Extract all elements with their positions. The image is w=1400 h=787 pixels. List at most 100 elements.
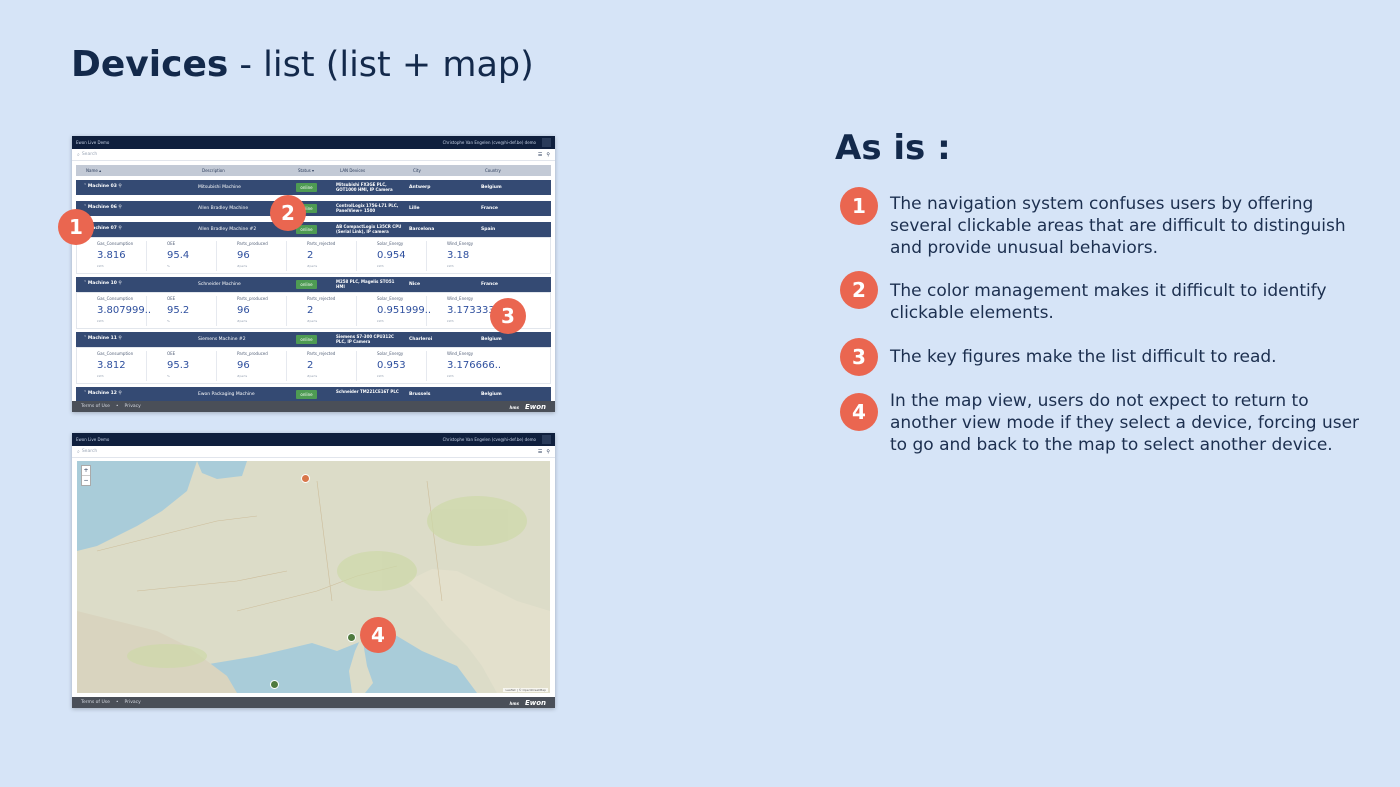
kpi-cell: Wind_Energy 3.173333 kWh (427, 296, 497, 326)
map-pin-icon[interactable]: ⚲ (118, 281, 121, 286)
app-topbar: Ewon Live Demo Christophe Van Engelen (c… (72, 136, 555, 149)
machine-name[interactable]: ˅ Machine 10 ⚲ (84, 281, 122, 286)
kpi-cell: OEE 95.4% (147, 241, 217, 271)
kpi-label: OEE (167, 351, 176, 356)
col-country[interactable]: Country (485, 168, 501, 173)
user-name[interactable]: Christophe Van Engelen (cve@hi-def.be) d… (443, 437, 536, 442)
kpi-cell: Wind_Energy 3.18 kWh (427, 241, 497, 271)
user-name[interactable]: Christophe Van Engelen (cve@hi-def.be) d… (443, 140, 536, 145)
ewon-logo: hms Ewon (509, 402, 546, 411)
map-pin-icon[interactable]: ⚲ (546, 152, 550, 158)
table-row[interactable]: ˅ Machine 03 ⚲ Mitsubishi Machine online Mi… (76, 180, 551, 195)
kpi-unit: kWh (97, 374, 104, 378)
kpi-value: 2 (307, 305, 314, 316)
kpi-label: Parts_rejected (307, 241, 336, 246)
kpi-value: 3.812 (97, 360, 126, 371)
kpi-unit: kWh (447, 319, 454, 323)
machine-name[interactable]: ˅ Machine 11 ⚲ (84, 336, 122, 341)
map-pin-icon[interactable]: ⚲ (118, 226, 121, 231)
issue-badge-3: 3 (840, 338, 878, 376)
search-bar[interactable]: ⌕ Search ☰ ⚲ (72, 149, 555, 161)
kpi-label: Solar_Energy (377, 241, 404, 246)
kpi-value: 3.807999.. (97, 305, 152, 316)
map-view-screenshot: Ewon Live Demo Christophe Van Engelen (c… (72, 433, 555, 708)
menu-icon[interactable] (542, 138, 551, 147)
kpi-cell: Parts_produced 96 #parts (217, 351, 287, 381)
map-pin-icon[interactable]: ⚲ (118, 205, 121, 210)
kpi-value: 2 (307, 250, 314, 261)
kpi-label: Wind_Energy (447, 296, 474, 301)
map-pin-icon[interactable]: ⚲ (118, 336, 121, 341)
col-status[interactable]: Status ▾ (298, 168, 314, 173)
kpi-value: 95.3 (167, 360, 190, 371)
device-marker[interactable] (301, 474, 310, 483)
machine-country: Belgium (481, 392, 502, 397)
table-row[interactable]: ˅ Machine 11 ⚲ Siemens Machine #2 online Si… (76, 332, 551, 347)
kpi-unit: % (167, 319, 170, 323)
kpi-cell: Solar_Energy 0.951999.. kWh (357, 296, 431, 326)
kpi-label: Parts_produced (237, 241, 268, 246)
kpi-label: OEE (167, 296, 176, 301)
kpi-cell: Parts_produced 96 #parts (217, 241, 287, 271)
lan-devices: M258 PLC, Magelis STO51 HMI (336, 279, 395, 289)
map-pin-icon[interactable]: ⚲ (118, 391, 121, 396)
privacy-link[interactable]: Privacy (125, 404, 141, 409)
kpi-cell: Solar_Energy 0.954 kWh (357, 241, 427, 271)
lan-devices: Siemens S7-300 CPU312C PLC, IP Camera (336, 334, 394, 344)
status-badge: online (296, 390, 317, 399)
title-bold: Devices (71, 44, 229, 85)
table-row[interactable]: ˅ Machine 06 ⚲ Allen Bradley Machine onlin… (76, 201, 551, 216)
list-icon[interactable]: ☰ (538, 152, 542, 158)
map-pin-icon[interactable]: ⚲ (118, 184, 121, 189)
zoom-out-button[interactable]: − (82, 475, 90, 485)
callout-badge-1: 1 (58, 209, 94, 245)
search-icon: ⌕ (77, 151, 80, 158)
machine-name[interactable]: ˅ Machine 12 ⚲ (84, 391, 122, 396)
lan-devices: Mitsubishi FX3GE PLC, GOT1000 HMI, IP Ca… (336, 182, 393, 192)
status-badge: online (296, 183, 317, 192)
search-bar[interactable]: ⌕ Search ☰ ⚲ (72, 446, 555, 458)
kpi-value: 3.176666.. (447, 360, 502, 371)
app-name: Ewon Live Demo (76, 437, 110, 442)
map-canvas[interactable]: + − Leaflet | © OpenStreetMap (77, 461, 550, 693)
kpi-value: 3.18 (447, 250, 470, 261)
issue-badge-1: 1 (840, 187, 878, 225)
map-attribution[interactable]: Leaflet | © OpenStreetMap (503, 688, 548, 692)
privacy-link[interactable]: Privacy (125, 700, 141, 705)
device-marker[interactable] (270, 680, 279, 689)
table-row[interactable]: ˅ Machine 12 ⚲ Ewon Packaging Machine onli… (76, 387, 551, 402)
search-input[interactable]: Search (82, 449, 97, 454)
device-marker[interactable] (347, 633, 356, 642)
ewon-logo: hms Ewon (509, 698, 546, 707)
machine-name[interactable]: ˅ Machine 06 ⚲ (84, 205, 122, 210)
col-lan-devices[interactable]: LAN Devices (340, 168, 365, 173)
kpi-label: Parts_rejected (307, 351, 336, 356)
callout-badge-3: 3 (490, 298, 526, 334)
machine-name[interactable]: ˅ Machine 03 ⚲ (84, 184, 122, 189)
col-name[interactable]: Name ▴ (86, 168, 101, 173)
search-input[interactable]: Search (82, 152, 97, 157)
list-icon[interactable]: ☰ (538, 449, 542, 455)
kpi-value: 3.816 (97, 250, 126, 261)
machine-description: Allen Bradley Machine (198, 206, 249, 211)
kpi-cell: Gas_Consumption 3.816 kWh (77, 241, 147, 271)
issue-text-2: The color management makes it difficult … (890, 281, 1327, 323)
app-topbar: Ewon Live Demo Christophe Van Engelen (c… (72, 433, 555, 446)
table-row[interactable]: ˅ Machine 07 ⚲Allen Bradley Machine #2on… (76, 222, 551, 237)
terms-link[interactable]: Terms of Use (81, 404, 110, 409)
status-badge: online (296, 335, 317, 344)
kpi-unit: kWh (447, 264, 454, 268)
terms-link[interactable]: Terms of Use (81, 700, 110, 705)
menu-icon[interactable] (542, 435, 551, 444)
kpi-cell: Parts_produced 96 #parts (217, 296, 287, 326)
zoom-in-button[interactable]: + (82, 466, 90, 475)
table-header: Name ▴ Description Status ▾ LAN Devices … (76, 165, 551, 176)
status-badge: online (296, 280, 317, 289)
col-description[interactable]: Description (202, 168, 225, 173)
kpi-cell: OEE 95.2% (147, 296, 217, 326)
machine-city: Brussels (409, 392, 431, 397)
page-title: Devices - list (list + map) (71, 44, 534, 85)
col-city[interactable]: City (413, 168, 421, 173)
table-row[interactable]: ˅ Machine 10 ⚲ Schneider Machine online M25… (76, 277, 551, 292)
map-pin-icon[interactable]: ⚲ (546, 449, 550, 455)
